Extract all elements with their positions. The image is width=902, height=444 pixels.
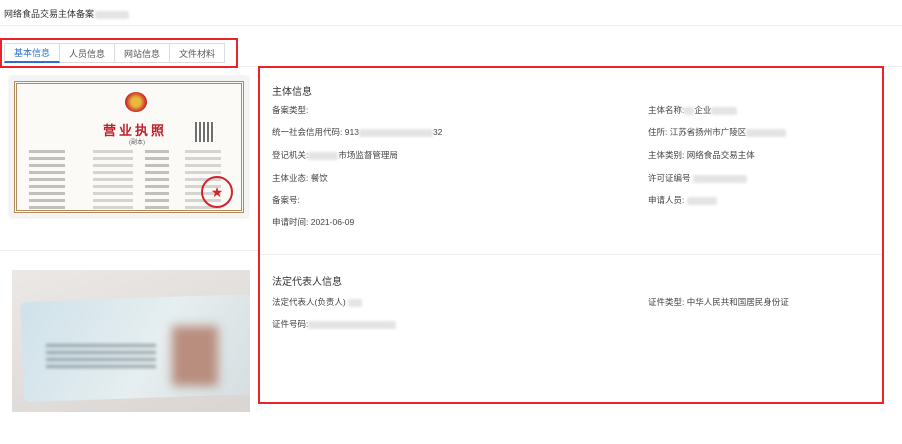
national-emblem-icon	[125, 92, 147, 112]
credit-code-value: 913	[344, 127, 359, 137]
id-type-label: 证件类型:	[648, 297, 685, 307]
page-title: 网络食品交易主体备案	[4, 7, 130, 20]
apply-time-field: 申请时间: 2021-06-09	[272, 216, 354, 228]
redacted-text	[746, 128, 787, 137]
license-frame: 营业执照 (副本) ★	[14, 81, 244, 213]
subject-name-field: 主体名称: 企业	[648, 104, 738, 116]
filing-type-field: 备案类型:	[272, 104, 308, 116]
redacted-text	[686, 196, 717, 205]
filing-no-field: 备案号:	[272, 194, 300, 206]
filing-no-label: 备案号:	[272, 195, 300, 205]
permit-no-field: 许可证编号	[648, 172, 747, 184]
redacted-text	[308, 320, 397, 329]
business-form-label: 主体业态:	[272, 173, 309, 183]
subject-name-label: 主体名称:	[648, 105, 685, 115]
business-form-value: 餐饮	[310, 173, 328, 183]
redacted-text	[684, 106, 695, 115]
legal-rep-field: 法定代表人(负责人)	[272, 296, 363, 308]
registrar-value: 市场监督管理局	[338, 150, 398, 160]
applicant-label: 申请人员:	[648, 195, 685, 205]
id-type-field: 证件类型: 中华人民共和国居民身份证	[648, 296, 789, 308]
credit-code-label: 统一社会信用代码:	[272, 127, 343, 137]
id-no-field: 证件号码:	[272, 318, 397, 330]
id-card-text-blurred	[46, 344, 156, 370]
redacted-text	[358, 128, 433, 137]
id-card-photo-blurred	[172, 326, 218, 386]
row-divider	[0, 250, 258, 251]
registrar-label: 登记机关:	[272, 150, 309, 160]
page-title-text: 网络食品交易主体备案	[4, 9, 95, 19]
subject-info-title: 主体信息	[272, 87, 312, 98]
business-license-image[interactable]: 营业执照 (副本) ★	[10, 77, 248, 217]
apply-time-label: 申请时间:	[272, 217, 309, 227]
id-card-image[interactable]	[12, 270, 250, 412]
redacted-text	[308, 151, 339, 160]
tab-documents[interactable]: 文件材料	[170, 43, 226, 63]
filing-type-label: 备案类型:	[272, 105, 309, 115]
address-value: 江苏省扬州市广陵区	[669, 127, 747, 137]
id-no-label: 证件号码:	[272, 319, 309, 329]
business-form-field: 主体业态: 餐饮	[272, 172, 328, 184]
official-seal-icon: ★	[201, 176, 233, 208]
credit-code-suffix: 32	[432, 127, 443, 137]
qr-code-icon	[195, 122, 215, 142]
registrar-field: 登记机关: 市场监督管理局	[272, 149, 398, 161]
subject-type-field: 主体类别: 网络食品交易主体	[648, 149, 755, 161]
credit-code-field: 统一社会信用代码: 913 32	[272, 126, 442, 138]
subject-type-label: 主体类别:	[648, 150, 685, 160]
applicant-field: 申请人员:	[648, 194, 717, 206]
permit-no-label: 许可证编号	[648, 173, 691, 183]
page-header: 网络食品交易主体备案	[0, 0, 902, 26]
license-subtitle: (副本)	[129, 140, 145, 146]
section-divider	[260, 254, 882, 255]
subject-name-value: 企业	[694, 105, 712, 115]
tab-personnel-info[interactable]: 人员信息	[60, 43, 116, 63]
redacted-text	[692, 174, 747, 183]
info-panel: 主体信息 备案类型: 统一社会信用代码: 913 32 登记机关: 市场监督管理局 …	[258, 66, 884, 404]
redacted-text	[348, 298, 363, 307]
redacted-text	[711, 106, 738, 115]
tab-basic-info[interactable]: 基本信息	[4, 43, 61, 63]
legal-rep-title: 法定代表人信息	[272, 277, 342, 288]
tab-website-info[interactable]: 网站信息	[115, 43, 171, 63]
apply-time-value: 2021-06-09	[310, 217, 355, 227]
tab-bar: 基本信息 人员信息 网站信息 文件材料	[0, 38, 238, 68]
id-type-value: 中华人民共和国居民身份证	[686, 297, 789, 307]
license-text-lines	[29, 146, 229, 213]
address-field: 住所: 江苏省扬州市广陵区	[648, 126, 787, 138]
subject-type-value: 网络食品交易主体	[686, 150, 755, 160]
legal-rep-label: 法定代表人(负责人)	[272, 297, 346, 307]
address-label: 住所:	[648, 127, 668, 137]
redacted-text	[95, 10, 130, 19]
